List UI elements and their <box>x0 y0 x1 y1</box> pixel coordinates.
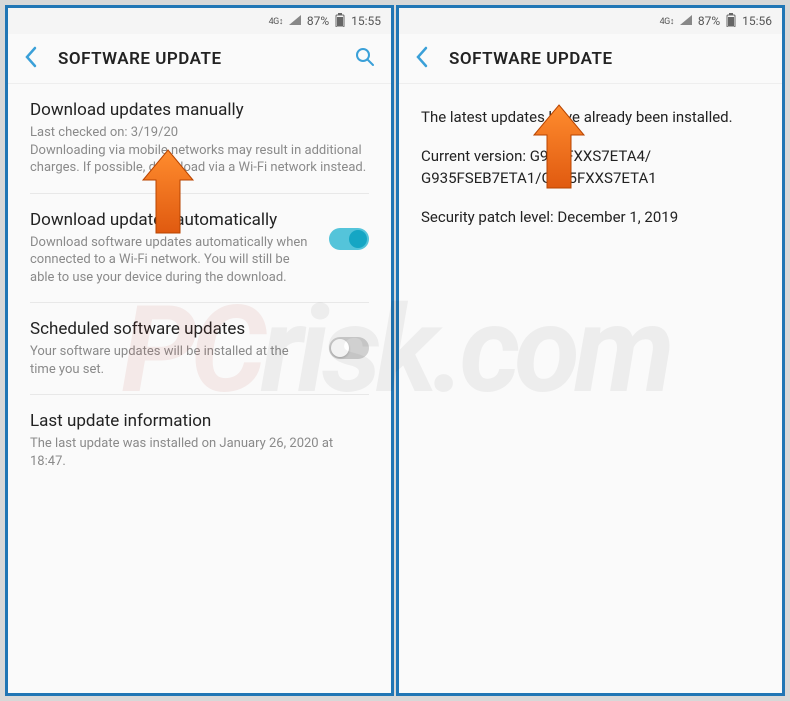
battery-pct: 87% <box>698 14 720 28</box>
network-indicator: 4G↕ <box>660 16 674 27</box>
phone-left: 4G↕ 87% 15:55 SOFTWARE UPDATE Download u… <box>5 5 394 696</box>
header: SOFTWARE UPDATE <box>8 34 391 84</box>
auto-update-toggle[interactable] <box>329 228 369 250</box>
item-title: Download updates automatically <box>30 210 317 230</box>
scheduled-updates-item[interactable]: Scheduled software updates Your software… <box>8 303 391 394</box>
download-auto-item[interactable]: Download updates automatically Download … <box>8 194 391 303</box>
settings-list: Download updates manually Last checked o… <box>8 84 391 693</box>
info-security-patch: Security patch level: December 1, 2019 <box>421 206 760 229</box>
statusbar: 4G↕ 87% 15:56 <box>399 8 782 34</box>
item-desc: Last checked on: 3/19/20 Downloading via… <box>30 124 369 177</box>
phone-right: 4G↕ 87% 15:56 SOFTWARE UPDATE The latest… <box>396 5 785 696</box>
item-title: Download updates manually <box>30 100 369 120</box>
search-icon[interactable] <box>355 47 375 71</box>
page-title: SOFTWARE UPDATE <box>449 49 766 69</box>
item-title: Last update information <box>30 411 369 431</box>
page-title: SOFTWARE UPDATE <box>58 49 335 69</box>
signal-icon <box>680 14 692 28</box>
download-manually-item[interactable]: Download updates manually Last checked o… <box>8 84 391 193</box>
scheduled-toggle[interactable] <box>329 337 369 359</box>
info-version: Current version: G935FXXS7ETA4/ G935FSEB… <box>421 145 760 190</box>
clock: 15:56 <box>742 14 772 28</box>
item-title: Scheduled software updates <box>30 319 317 339</box>
clock: 15:55 <box>351 14 381 28</box>
battery-icon <box>335 13 345 30</box>
item-desc: Download software updates automatically … <box>30 234 317 287</box>
item-desc: Your software updates will be installed … <box>30 343 317 378</box>
last-update-info-item[interactable]: Last update information The last update … <box>8 395 391 486</box>
statusbar: 4G↕ 87% 15:55 <box>8 8 391 34</box>
battery-pct: 87% <box>307 14 329 28</box>
back-icon[interactable] <box>24 46 38 72</box>
battery-icon <box>726 13 736 30</box>
back-icon[interactable] <box>415 46 429 72</box>
info-latest: The latest updates have already been ins… <box>421 106 760 129</box>
signal-icon <box>289 14 301 28</box>
update-info: The latest updates have already been ins… <box>399 84 782 693</box>
item-desc: The last update was installed on January… <box>30 435 369 470</box>
header: SOFTWARE UPDATE <box>399 34 782 84</box>
network-indicator: 4G↕ <box>269 16 283 27</box>
